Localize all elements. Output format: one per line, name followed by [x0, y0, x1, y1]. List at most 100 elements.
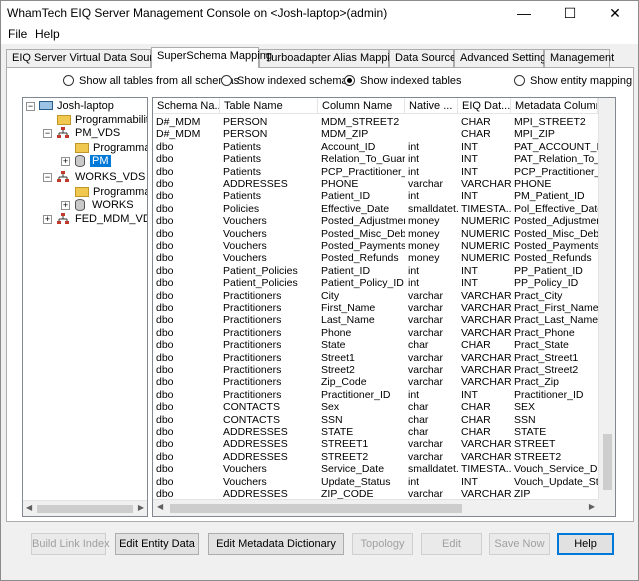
tab-virtual-data-sources[interactable]: EIQ Server Virtual Data Sources	[6, 49, 170, 67]
schema-tree[interactable]: − Josh-laptop Programmability − PM_VDS P…	[22, 97, 148, 517]
table-row[interactable]: dbo Patient_Policies Patient_Policy_ID int I…	[153, 277, 615, 289]
cell-native-type: char	[408, 339, 429, 352]
tree-node-programmab[interactable]: Programmab	[93, 141, 147, 155]
table-row[interactable]: dbo ADDRESSES STREET1 varchar VARCHAR STREET	[153, 438, 615, 450]
cell-schema: dbo	[156, 277, 174, 290]
cell-metadata-column: STREET2	[514, 450, 562, 463]
table-row[interactable]: dbo Patients Patient_ID int INT PM_Patient_ID	[153, 190, 615, 202]
tree-node-root[interactable]: Josh-laptop	[57, 99, 114, 113]
radio-show-all-tables[interactable]: Show all tables from all schemas	[63, 75, 239, 87]
radio-indicator	[514, 75, 525, 86]
table-row[interactable]: dbo CONTACTS Sex char CHAR SEX	[153, 401, 615, 413]
table-row[interactable]: dbo Vouchers Service_Date smalldatet...TIME…	[153, 463, 615, 475]
expander-expand[interactable]: +	[61, 157, 70, 166]
save-now-button[interactable]: Save Now	[489, 533, 550, 555]
table-row[interactable]: dbo ADDRESSES STREET2 varchar VARCHAR STREET2	[153, 451, 615, 463]
tree-horizontal-scrollbar[interactable]: ◀ ▶	[23, 500, 147, 516]
cell-metadata-column: Vouch_Service_Date	[514, 463, 598, 476]
table-row[interactable]: dbo ADDRESSES STATE char CHAR STATE	[153, 426, 615, 438]
cell-table: Vouchers	[223, 475, 267, 488]
radio-show-entity-mapping[interactable]: Show entity mapping	[514, 75, 632, 87]
table-row[interactable]: dbo CONTACTS SSN char CHAR SSN	[153, 414, 615, 426]
table-row[interactable]: D#_MDM PERSON MDM_ZIP CHAR MPI_ZIP	[153, 128, 615, 140]
mapping-grid[interactable]: Schema Na... Table Name Column Name Nati…	[152, 97, 616, 517]
table-row[interactable]: dbo Practitioners Last_Name varchar VARCHAR P…	[153, 314, 615, 326]
table-row[interactable]: dbo Practitioners Practitioner_ID int INT Pra…	[153, 389, 615, 401]
build-link-index-button[interactable]: Build Link Index	[31, 533, 110, 555]
column-header-eiq[interactable]: EIQ Dat...	[458, 98, 511, 114]
table-row[interactable]: dbo Practitioners Street2 varchar VARCHAR Pra…	[153, 364, 615, 376]
scroll-right-icon[interactable]: ▶	[138, 503, 144, 512]
cell-native-type: char	[408, 401, 429, 414]
table-row[interactable]: dbo Vouchers Posted_Misc_Deb...money NUMERI…	[153, 228, 615, 240]
tree-node-programmab[interactable]: Programmab	[93, 185, 147, 199]
scroll-thumb[interactable]	[170, 504, 462, 513]
scroll-right-icon[interactable]: ▶	[589, 502, 595, 511]
close-button[interactable]: ✕	[592, 1, 638, 25]
cell-schema: dbo	[156, 463, 174, 476]
table-row[interactable]: dbo Practitioners State char CHAR Pract_State	[153, 339, 615, 351]
radio-show-indexed-schemas[interactable]: Show indexed schemas	[221, 75, 353, 87]
column-header-metadata[interactable]: Metadata Column	[511, 98, 598, 114]
table-row[interactable]: dbo Vouchers Posted_Payments money NUMERIC Po…	[153, 240, 615, 252]
column-header-native[interactable]: Native ...	[405, 98, 458, 114]
edit-metadata-dictionary-button[interactable]: Edit Metadata Dictionary	[208, 533, 344, 555]
cell-schema: dbo	[156, 450, 174, 463]
expander-expand[interactable]: +	[43, 215, 52, 224]
menu-help[interactable]: Help	[35, 27, 60, 41]
table-row[interactable]: dbo Patients PCP_Practitioner_...int INT PCP…	[153, 166, 615, 178]
tree-node-fed-mdm-vds[interactable]: FED_MDM_VDS	[75, 212, 147, 226]
scroll-thumb[interactable]	[37, 505, 133, 513]
maximize-button[interactable]: ☐	[547, 1, 593, 25]
tree-node-works[interactable]: WORKS	[92, 198, 134, 212]
edit-button[interactable]: Edit	[421, 533, 482, 555]
grid-vertical-scrollbar[interactable]	[598, 98, 615, 500]
help-button[interactable]: Help	[557, 533, 614, 555]
table-row[interactable]: dbo Practitioners First_Name varchar VARCHAR…	[153, 302, 615, 314]
tab-turboadapter-alias-mapping[interactable]: Turboadapter Alias Mapping	[259, 49, 402, 67]
tab-superschema-mapping[interactable]: SuperSchema Mapping	[151, 47, 272, 68]
column-header-table[interactable]: Table Name	[220, 98, 318, 114]
cell-column: First_Name	[321, 302, 376, 314]
cell-metadata-column: Posted_Payments	[514, 240, 598, 252]
expander-collapse[interactable]: −	[26, 102, 35, 111]
table-row[interactable]: dbo Patients Account_ID int INT PAT_ACCOUNT_I…	[153, 141, 615, 153]
edit-entity-data-button[interactable]: Edit Entity Data	[115, 533, 199, 555]
database-icon	[75, 155, 85, 167]
minimize-button[interactable]: —	[501, 1, 547, 25]
radio-label: Show indexed schemas	[237, 75, 354, 87]
table-row[interactable]: dbo Practitioners Phone varchar VARCHAR Pract…	[153, 327, 615, 339]
scroll-left-icon[interactable]: ◀	[157, 502, 163, 511]
expander-collapse[interactable]: −	[43, 129, 52, 138]
expander-expand[interactable]: +	[61, 201, 70, 210]
table-row[interactable]: dbo ADDRESSES PHONE varchar VARCHAR PHONE	[153, 178, 615, 190]
table-row[interactable]: dbo Practitioners City varchar VARCHAR Pract_…	[153, 290, 615, 302]
radio-show-indexed-tables[interactable]: Show indexed tables	[344, 75, 462, 87]
cell-metadata-column: PP_Patient_ID	[514, 264, 583, 277]
grid-horizontal-scrollbar[interactable]: ◀ ▶	[153, 499, 615, 516]
menu-file[interactable]: File	[8, 27, 27, 41]
tab-data-sources[interactable]: Data Sources	[389, 49, 462, 67]
scroll-left-icon[interactable]: ◀	[26, 503, 32, 512]
table-row[interactable]: D#_MDM PERSON MDM_STREET2 CHAR MPI_STREET2	[153, 116, 615, 128]
table-row[interactable]: dbo Policies Effective_Date smalldatet...TI…	[153, 203, 615, 215]
table-row[interactable]: dbo Patient_Policies Patient_ID int INT PP_Pa…	[153, 265, 615, 277]
tree-node-works-vds[interactable]: WORKS_VDS	[75, 170, 145, 184]
tree-node-pm[interactable]: PM	[90, 154, 111, 168]
tree-node-programmability[interactable]: Programmability	[75, 113, 147, 127]
column-header-column[interactable]: Column Name	[318, 98, 405, 114]
table-row[interactable]: dbo Vouchers Posted_Refunds money NUMERIC Pos…	[153, 252, 615, 264]
table-row[interactable]: dbo Practitioners Zip_Code varchar VARCHAR Pr…	[153, 376, 615, 388]
topology-button[interactable]: Topology	[352, 533, 413, 555]
tab-advanced-settings[interactable]: Advanced Settings	[454, 49, 552, 67]
scroll-thumb[interactable]	[603, 434, 612, 490]
tab-management[interactable]: Management	[544, 49, 614, 67]
cell-schema: dbo	[156, 364, 174, 376]
table-row[interactable]: dbo Patients Relation_To_Guar... int INT PAT_…	[153, 153, 615, 165]
table-row[interactable]: dbo Practitioners Street1 varchar VARCHAR Pra…	[153, 352, 615, 364]
column-header-schema[interactable]: Schema Na...	[153, 98, 220, 114]
tree-node-pm-vds[interactable]: PM_VDS	[75, 126, 120, 140]
table-row[interactable]: dboVouchersPosted_AdjustmentsmoneyNUMERI…	[153, 215, 615, 227]
table-row[interactable]: dbo Vouchers Update_Status int INT Vouch_Upda…	[153, 476, 615, 488]
expander-collapse[interactable]: −	[43, 173, 52, 182]
